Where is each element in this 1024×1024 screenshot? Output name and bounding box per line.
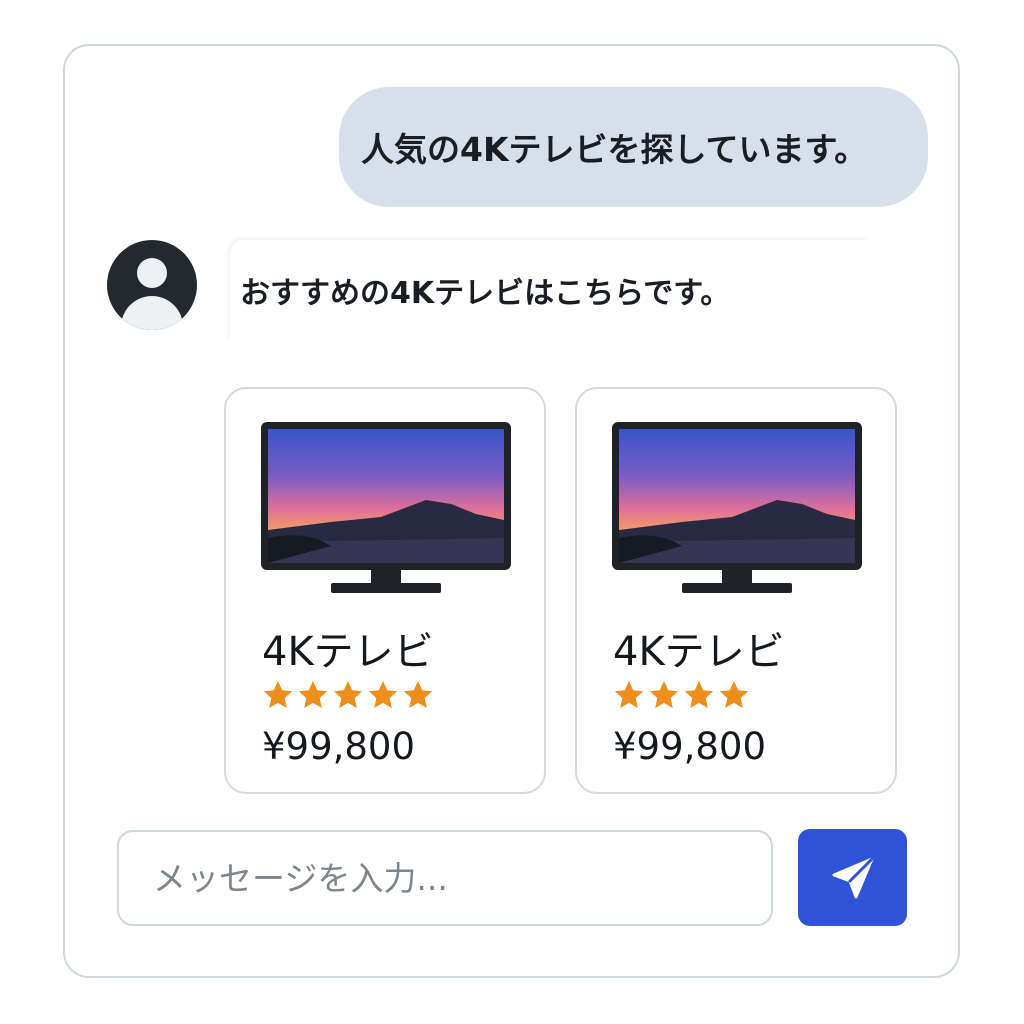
send-icon: [832, 857, 874, 899]
star-icon: [403, 681, 433, 708]
star-icon: [298, 681, 328, 708]
rating-stars: [262, 679, 434, 711]
avatar-head: [137, 258, 167, 288]
bot-message-text: おすすめの4Kテレビはこちらです。: [240, 276, 731, 311]
product-price: ¥99,800: [262, 725, 416, 768]
product-price: ¥99,800: [613, 725, 767, 768]
product-name: 4Kテレビ: [262, 629, 434, 675]
send-button[interactable]: [798, 829, 907, 926]
product-name: 4Kテレビ: [613, 629, 785, 675]
star-icon: [263, 681, 293, 708]
avatar-body: [121, 296, 183, 330]
tv-icon: [261, 422, 511, 593]
star-icon: [649, 681, 679, 708]
bot-message-bubble: おすすめの4Kテレビはこちらです。: [230, 240, 870, 340]
user-message-text: 人気の4Kテレビを探しています。: [361, 130, 868, 169]
rating-stars: [613, 679, 750, 711]
star-icon: [333, 681, 363, 708]
product-card[interactable]: 4Kテレビ ¥99,800: [224, 387, 546, 794]
star-icon: [368, 681, 398, 708]
star-icon: [614, 681, 644, 708]
bot-avatar: [107, 240, 197, 330]
tv-icon: [612, 422, 862, 593]
star-icon: [719, 681, 749, 708]
message-input[interactable]: [117, 830, 773, 926]
product-card[interactable]: 4Kテレビ ¥99,800: [575, 387, 897, 794]
star-icon: [684, 681, 714, 708]
user-message-bubble: 人気の4Kテレビを探しています。: [339, 87, 928, 207]
